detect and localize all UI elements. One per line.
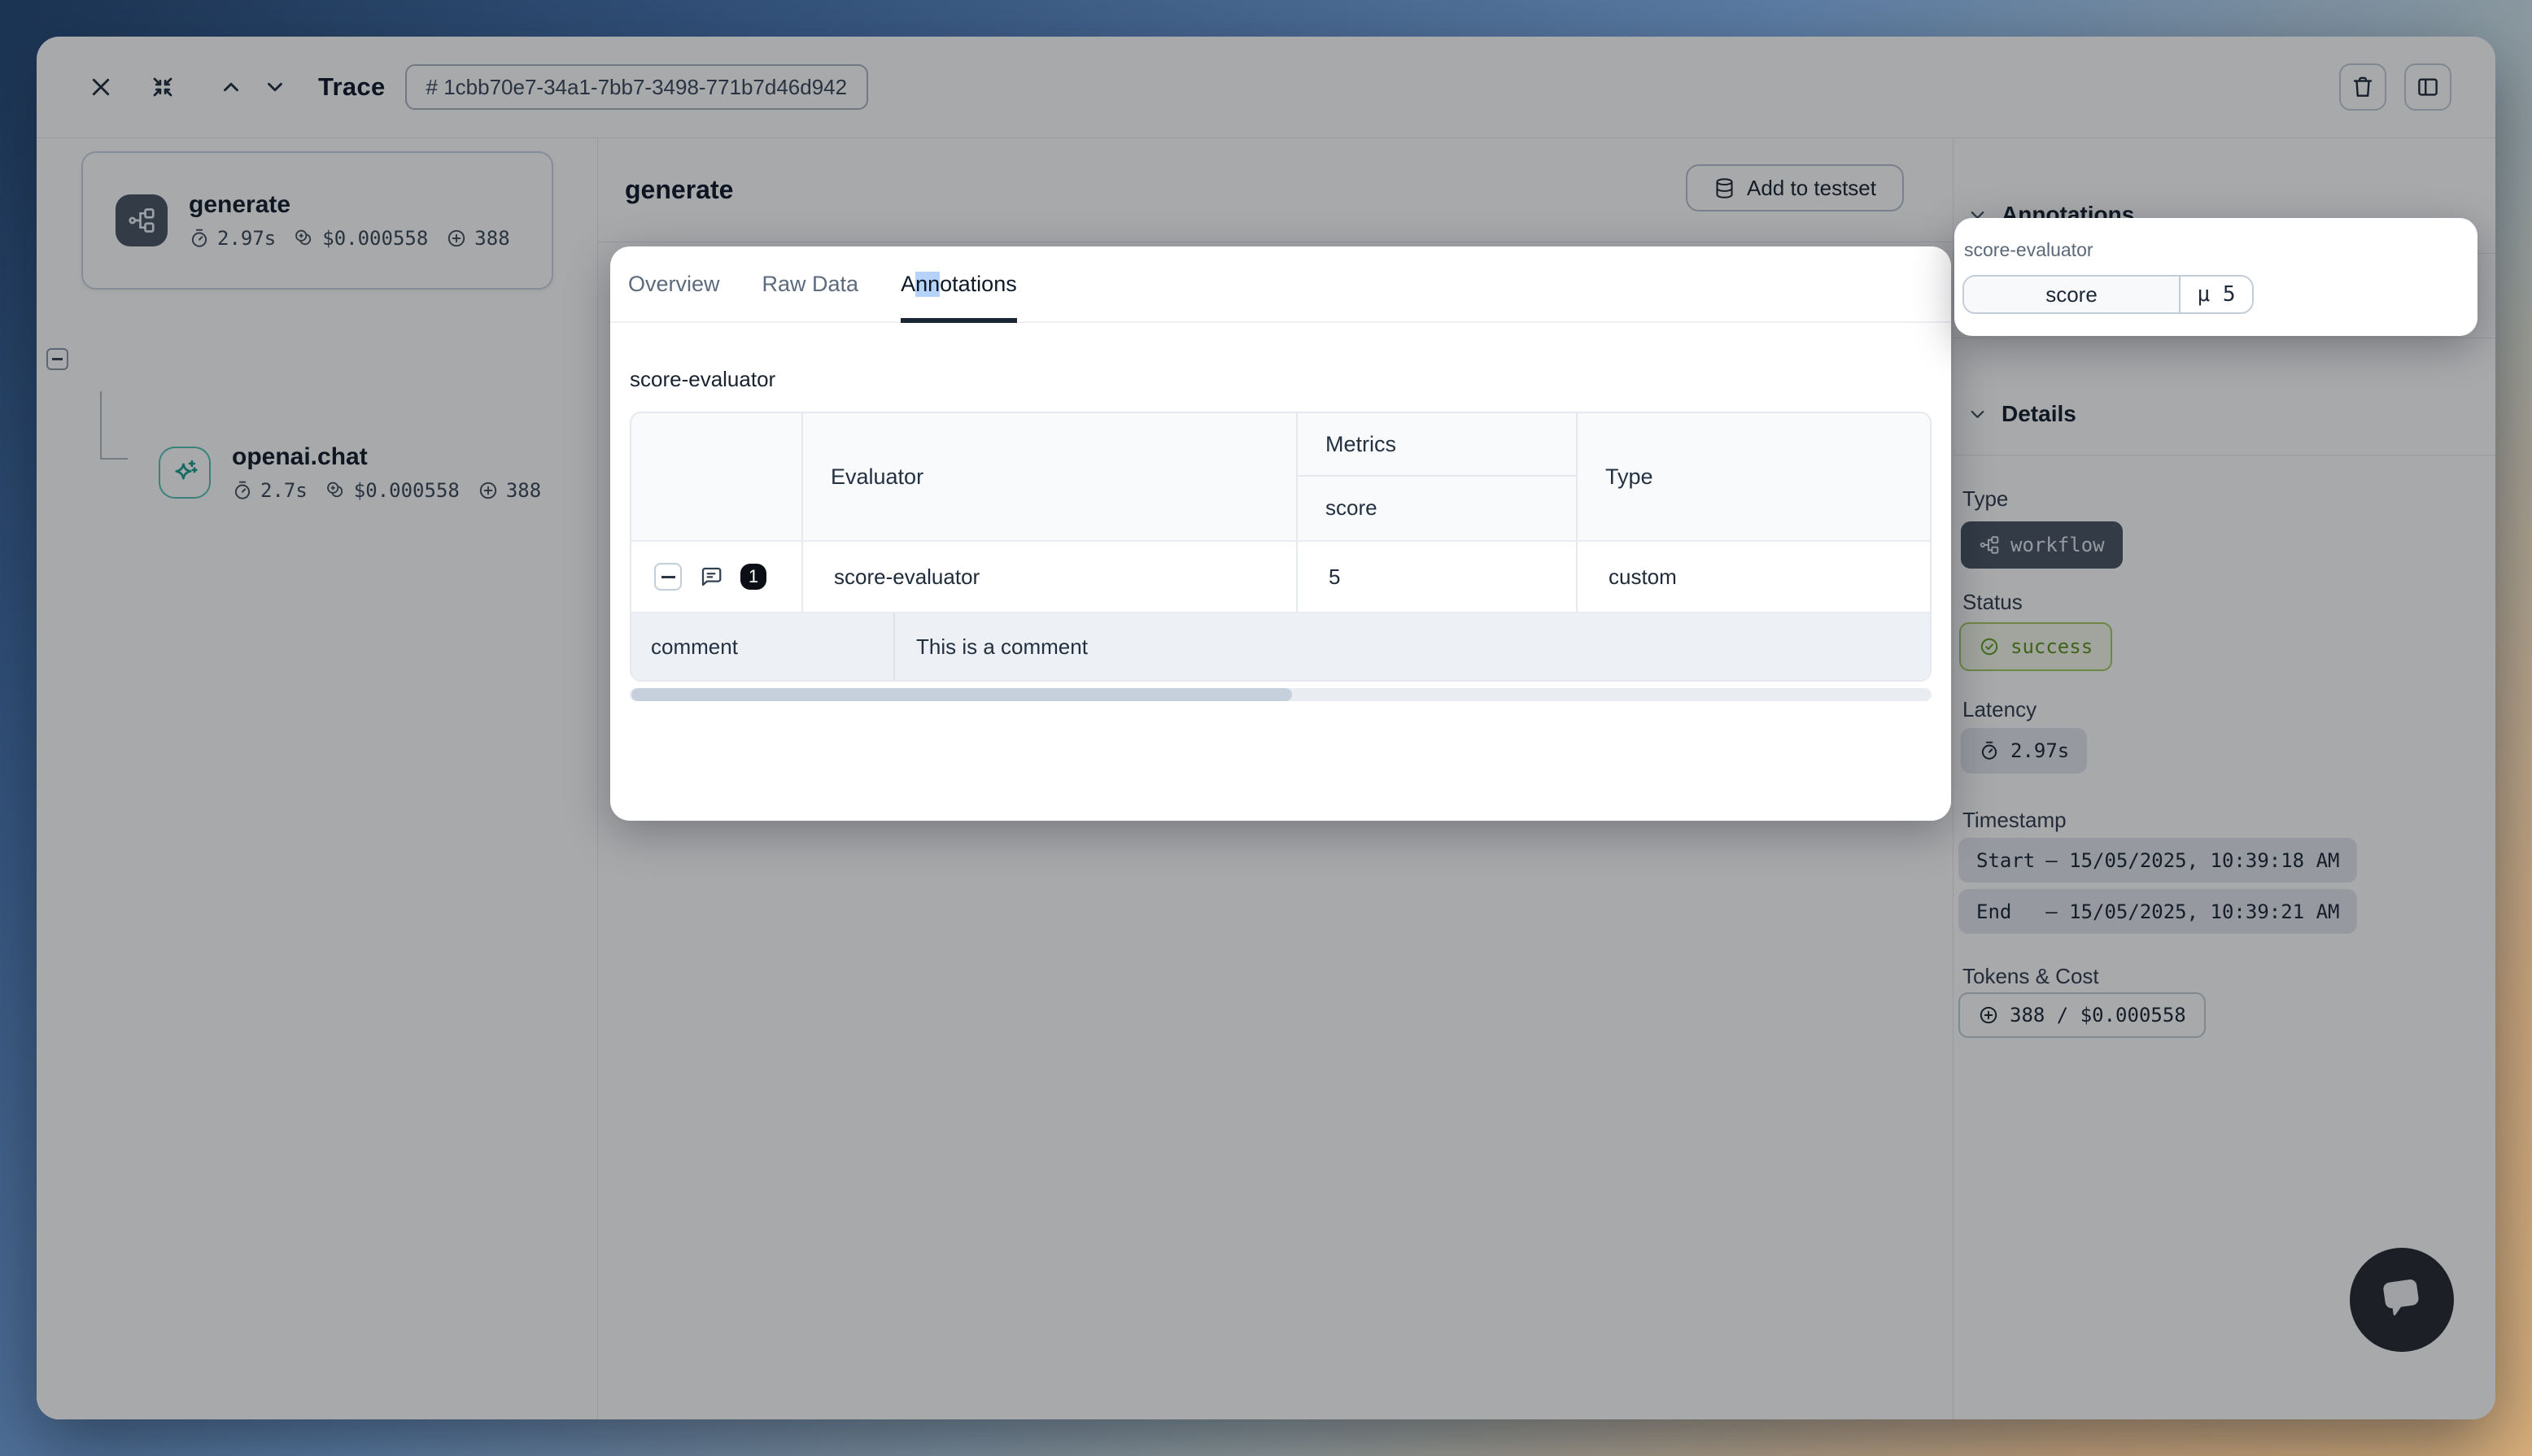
- column-metrics: Metrics score: [1296, 413, 1576, 540]
- annotation-evaluator-label: score-evaluator: [1964, 239, 2093, 261]
- tab-overview[interactable]: Overview: [628, 246, 720, 321]
- text-selection: nn: [915, 272, 940, 297]
- comment-key: comment: [631, 613, 893, 680]
- cell-score: 5: [1296, 542, 1576, 612]
- tab-bar: Overview Raw Data Annotations: [610, 246, 1951, 323]
- score-metric-pill: score μ 5: [1962, 275, 2254, 314]
- comment-count-badge: 1: [740, 564, 766, 590]
- row-checkbox-indeterminate[interactable]: [654, 563, 682, 591]
- comment-row: comment This is a comment: [631, 612, 1930, 680]
- table-header: Evaluator Metrics score Type: [631, 413, 1930, 540]
- metrics-header: Metrics: [1298, 413, 1576, 477]
- annotations-table: Evaluator Metrics score Type 1 score-eva…: [630, 412, 1932, 682]
- evaluator-section-title: score-evaluator: [630, 367, 775, 392]
- metric-value: μ 5: [2181, 277, 2252, 312]
- comment-value: This is a comment: [893, 613, 1930, 680]
- column-evaluator: Evaluator: [801, 413, 1296, 540]
- annotation-score-card: score-evaluator score μ 5: [1954, 218, 2477, 336]
- horizontal-scrollbar[interactable]: [630, 688, 1932, 701]
- cell-evaluator: score-evaluator: [801, 542, 1296, 612]
- table-row[interactable]: 1 score-evaluator 5 custom: [631, 540, 1930, 612]
- trace-drawer: Trace # 1cbb70e7-34a1-7bb7-3498-771b7d46…: [37, 37, 2495, 1419]
- tab-annotations[interactable]: Annotations: [901, 246, 1017, 321]
- scrollbar-thumb[interactable]: [631, 688, 1292, 701]
- active-tab-underline: [901, 318, 1017, 323]
- metric-name-button[interactable]: score: [1964, 277, 2181, 312]
- column-type: Type: [1576, 413, 1930, 540]
- cell-type: custom: [1576, 542, 1930, 612]
- metrics-subheader-score: score: [1298, 477, 1576, 538]
- tab-raw-data[interactable]: Raw Data: [762, 246, 859, 321]
- comment-icon[interactable]: [699, 565, 723, 589]
- span-detail-card: Overview Raw Data Annotations score-eval…: [610, 246, 1951, 821]
